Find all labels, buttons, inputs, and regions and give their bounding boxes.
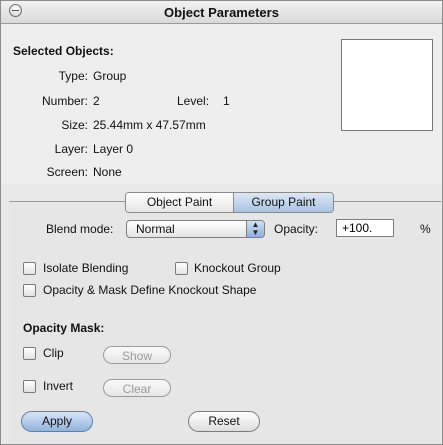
opacity-field[interactable]: [336, 219, 394, 237]
screen-value: None: [93, 165, 122, 179]
number-label: Number:: [41, 94, 88, 108]
blend-mode-label: Blend mode:: [46, 222, 114, 236]
size-value: 25.44mm x 47.57mm: [93, 118, 206, 132]
selected-objects-heading: Selected Objects:: [13, 44, 114, 58]
number-value: 2: [93, 94, 100, 108]
tab-object-paint[interactable]: Object Paint: [126, 193, 234, 212]
title-bar[interactable]: Object Parameters: [1, 1, 442, 24]
opacity-mask-define-knockout-label[interactable]: Opacity & Mask Define Knockout Shape: [43, 283, 256, 297]
opacity-label: Opacity:: [274, 222, 319, 236]
selected-objects-info: Selected Objects: Type: Group Number: 2 …: [1, 24, 442, 184]
object-parameters-window: Object Parameters Selected Objects: Type…: [0, 0, 443, 445]
layer-label: Layer:: [54, 142, 88, 156]
type-value: Group: [93, 69, 127, 83]
invert-label[interactable]: Invert: [43, 379, 73, 393]
level-label: Level:: [177, 94, 210, 108]
tab-group-paint[interactable]: Group Paint: [234, 193, 333, 212]
reset-button[interactable]: Reset: [188, 411, 260, 432]
invert-checkbox[interactable]: [23, 380, 36, 393]
apply-button[interactable]: Apply: [21, 411, 93, 432]
level-value: 1: [223, 94, 230, 108]
blend-mode-value: Normal: [136, 222, 175, 236]
layer-value: Layer 0: [93, 142, 134, 156]
clip-label[interactable]: Clip: [43, 346, 64, 360]
updown-arrows-icon: ▲ ▼: [246, 221, 264, 237]
opacity-mask-define-knockout-checkbox[interactable]: [23, 284, 36, 297]
paint-tabs: Object Paint Group Paint: [125, 192, 334, 213]
isolate-blending-label[interactable]: Isolate Blending: [43, 261, 128, 275]
clip-checkbox[interactable]: [23, 347, 36, 360]
opacity-mask-heading: Opacity Mask:: [23, 321, 105, 335]
clear-button[interactable]: Clear: [103, 379, 171, 397]
knockout-group-label[interactable]: Knockout Group: [194, 261, 281, 275]
screen-label: Screen:: [46, 165, 88, 179]
knockout-group-checkbox[interactable]: [175, 262, 188, 275]
blend-mode-select[interactable]: Normal ▲ ▼: [126, 220, 265, 238]
isolate-blending-checkbox[interactable]: [23, 262, 36, 275]
object-preview: [341, 39, 433, 131]
type-label: Type:: [58, 69, 88, 83]
show-button[interactable]: Show: [103, 346, 171, 364]
window-title: Object Parameters: [164, 5, 279, 20]
opacity-unit: %: [420, 222, 431, 236]
size-label: Size:: [61, 118, 88, 132]
